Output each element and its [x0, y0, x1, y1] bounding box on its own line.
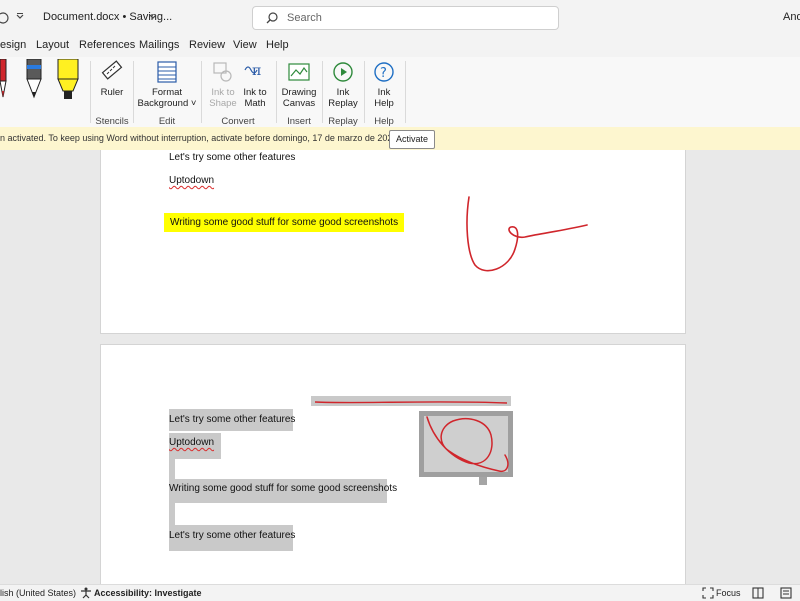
- ruler-icon: [101, 60, 123, 80]
- group-insert-label: Insert: [287, 116, 311, 127]
- paragraph-text[interactable]: Let's try some other features: [169, 414, 295, 425]
- status-bar: lish (United States) Accessibility: Inve…: [0, 584, 800, 601]
- undo-icon[interactable]: [0, 11, 10, 25]
- tab-review[interactable]: Review: [189, 39, 225, 51]
- ink-replay-label-2: Replay: [328, 98, 358, 109]
- ribbon-separator: [364, 61, 365, 123]
- tab-view[interactable]: View: [233, 39, 257, 51]
- svg-text:?: ?: [380, 66, 387, 81]
- ink-to-math-icon: π: [244, 63, 261, 79]
- pencil-icon[interactable]: [25, 59, 43, 101]
- tab-layout[interactable]: Layout: [36, 39, 69, 51]
- ink-line-stroke[interactable]: [313, 398, 509, 406]
- activate-button[interactable]: Activate: [389, 130, 436, 149]
- group-edit-label: Edit: [158, 116, 176, 127]
- format-background-dropdown-icon: ˅: [188, 98, 197, 109]
- paragraph-text-misspelled[interactable]: Uptodown: [169, 175, 214, 186]
- drawing-canvas-label-1: Drawing: [281, 87, 317, 98]
- ribbon: Ruler Stencils Format Background ˅ Edit …: [0, 57, 800, 128]
- search-icon: [266, 12, 278, 24]
- quick-access-dropdown-icon[interactable]: [16, 13, 24, 21]
- group-replay-label: Replay: [328, 116, 358, 127]
- menu-bar: esign Layout References Mailings Review …: [0, 35, 800, 57]
- tab-design[interactable]: esign: [0, 39, 26, 51]
- tab-references[interactable]: References: [79, 39, 135, 51]
- search-placeholder: Search: [287, 12, 322, 24]
- search-box[interactable]: Search: [252, 6, 559, 30]
- tab-mailings[interactable]: Mailings: [139, 39, 179, 51]
- document-area[interactable]: Let's try some other features Uptodown W…: [0, 150, 800, 584]
- language-status[interactable]: lish (United States): [0, 588, 76, 598]
- document-page-2[interactable]: Let's try some other features Uptodown W…: [100, 344, 686, 584]
- format-background-button[interactable]: Format Background ˅: [137, 60, 197, 109]
- ink-to-math-label-2: Math: [244, 98, 266, 109]
- ink-replay-button[interactable]: Ink Replay: [326, 60, 360, 109]
- ruler-label: Ruler: [100, 87, 124, 98]
- focus-button[interactable]: Focus: [716, 588, 741, 598]
- ribbon-separator: [322, 61, 323, 123]
- print-layout-icon[interactable]: [780, 587, 792, 599]
- ink-replay-icon: [333, 62, 353, 82]
- focus-icon: [702, 587, 714, 599]
- ink-scribble-stroke[interactable]: [419, 411, 513, 477]
- ribbon-separator: [405, 61, 406, 123]
- ribbon-separator: [276, 61, 277, 123]
- highlighter-icon[interactable]: [56, 59, 82, 105]
- read-mode-icon[interactable]: [752, 587, 764, 599]
- tab-help[interactable]: Help: [266, 39, 289, 51]
- highlighted-paragraph[interactable]: Writing some good stuff for some good sc…: [164, 213, 405, 232]
- ink-help-label-2: Help: [374, 98, 394, 109]
- ribbon-separator: [90, 61, 91, 123]
- accessibility-status[interactable]: Accessibility: Investigate: [94, 588, 202, 598]
- ruler-button[interactable]: Ruler: [97, 60, 127, 98]
- format-background-label-1: Format: [151, 87, 183, 98]
- help-icon: ?: [374, 62, 394, 82]
- drawing-canvas-label-2: Canvas: [282, 98, 316, 109]
- ink-to-math-button[interactable]: π Ink to Math: [240, 60, 270, 109]
- drawing-canvas-icon: [288, 63, 310, 81]
- user-name[interactable]: And: [783, 11, 800, 23]
- drawing-canvas-button[interactable]: Drawing Canvas: [280, 60, 318, 109]
- ink-help-label-1: Ink: [377, 87, 391, 98]
- canvas-resize-handle[interactable]: [479, 477, 487, 485]
- format-background-label-2: Background: [137, 98, 189, 109]
- paragraph-text[interactable]: Let's try some other features: [169, 152, 295, 163]
- ribbon-separator: [133, 61, 134, 123]
- ink-to-shape-label-2: Shape: [209, 98, 237, 109]
- ribbon-separator: [201, 61, 202, 123]
- paragraph-text[interactable]: Let's try some other features: [169, 530, 295, 541]
- ink-drawing-stroke[interactable]: [461, 193, 591, 278]
- title-bar: Document.docx • Saving... Search And: [0, 0, 800, 35]
- group-convert-label: Convert: [221, 116, 255, 127]
- paragraph-text[interactable]: Writing some good stuff for some good sc…: [169, 483, 397, 494]
- document-page-1[interactable]: Let's try some other features Uptodown W…: [100, 150, 686, 334]
- ink-to-math-label-1: Ink to: [243, 87, 267, 98]
- paragraph-text-misspelled[interactable]: Uptodown: [169, 437, 214, 448]
- group-stencils-label: Stencils: [95, 116, 129, 127]
- format-background-icon: [157, 61, 177, 83]
- ink-help-button[interactable]: ? Ink Help: [368, 60, 400, 109]
- accessibility-icon: [81, 587, 91, 599]
- ink-to-shape-icon: [213, 62, 232, 82]
- activation-notification-bar: n activated. To keep using Word without …: [0, 127, 800, 151]
- title-chevron-down-icon[interactable]: [149, 14, 157, 20]
- red-pen-icon[interactable]: [0, 59, 10, 101]
- ink-replay-label-1: Ink: [336, 87, 350, 98]
- selection-highlight: [169, 503, 175, 525]
- ink-to-shape-label-1: Ink to: [211, 87, 235, 98]
- selection-highlight: [169, 459, 175, 479]
- ink-to-shape-button[interactable]: Ink to Shape: [206, 60, 240, 109]
- group-help-label: Help: [374, 116, 394, 127]
- activation-message: n activated. To keep using Word without …: [0, 133, 400, 143]
